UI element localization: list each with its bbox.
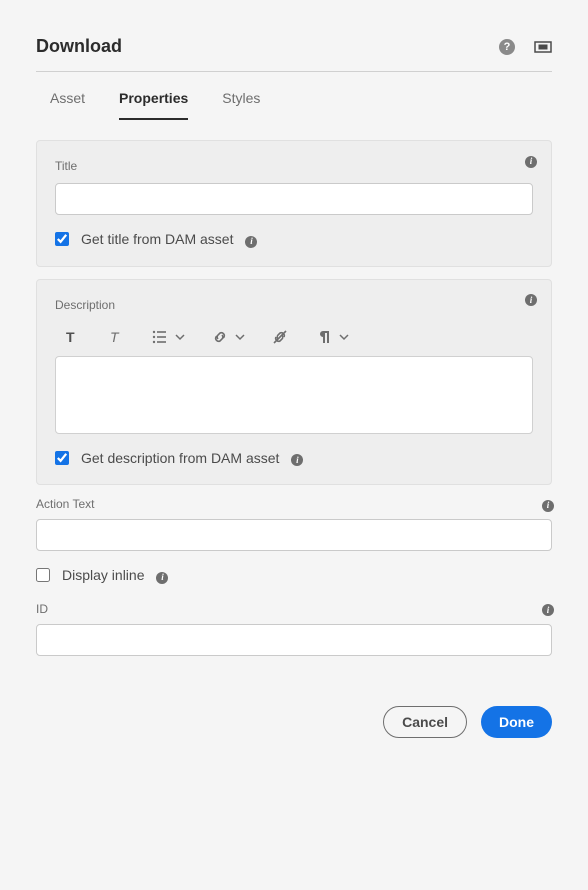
svg-text:T: T — [110, 329, 120, 345]
cancel-button[interactable]: Cancel — [383, 706, 467, 738]
display-inline-checkbox[interactable] — [36, 568, 50, 582]
unlink-icon[interactable] — [271, 328, 289, 346]
id-input[interactable] — [36, 624, 552, 656]
title-from-dam-info-icon[interactable]: i — [245, 231, 257, 248]
action-text-input[interactable] — [36, 519, 552, 551]
bold-icon[interactable]: T — [63, 328, 81, 346]
display-inline-label: Display inline — [62, 567, 144, 583]
tab-asset[interactable]: Asset — [50, 90, 85, 120]
description-from-dam-label: Get description from DAM asset — [81, 450, 279, 466]
description-from-dam-checkbox[interactable] — [55, 451, 69, 465]
tab-bar: Asset Properties Styles — [36, 90, 552, 120]
tab-styles[interactable]: Styles — [222, 90, 260, 120]
svg-text:T: T — [66, 329, 75, 345]
id-label: ID — [36, 602, 552, 616]
rte-toolbar: T T — [55, 322, 533, 356]
description-label: Description — [55, 298, 533, 312]
title-label: Title — [55, 159, 533, 173]
title-from-dam-checkbox[interactable] — [55, 232, 69, 246]
title-from-dam-label: Get title from DAM asset — [81, 231, 233, 247]
dialog-footer: Cancel Done — [36, 706, 552, 738]
action-text-label: Action Text — [36, 497, 552, 511]
action-text-info-icon[interactable]: i — [542, 495, 554, 507]
dialog-title: Download — [36, 36, 122, 57]
id-section: i ID — [36, 602, 552, 656]
description-group: i Description T T — [36, 279, 552, 486]
done-button[interactable]: Done — [481, 706, 552, 738]
title-input[interactable] — [55, 183, 533, 215]
tab-properties[interactable]: Properties — [119, 90, 188, 120]
link-icon[interactable] — [211, 328, 245, 346]
id-info-icon[interactable]: i — [542, 600, 554, 612]
list-icon[interactable] — [151, 328, 185, 346]
paragraph-icon[interactable] — [315, 328, 349, 346]
chevron-down-icon — [235, 332, 245, 342]
action-text-section: i Action Text — [36, 497, 552, 551]
chevron-down-icon — [175, 332, 185, 342]
description-from-dam-info-icon[interactable]: i — [291, 450, 303, 467]
help-icon[interactable]: ? — [498, 38, 516, 56]
fullscreen-icon[interactable] — [534, 38, 552, 56]
title-info-icon[interactable]: i — [525, 151, 537, 163]
title-group: i Title Get title from DAM asset i — [36, 140, 552, 267]
description-editor[interactable] — [55, 356, 533, 434]
display-inline-info-icon[interactable]: i — [156, 567, 168, 584]
header-actions: ? — [498, 38, 552, 56]
dialog-header: Download ? — [36, 36, 552, 72]
description-info-icon[interactable]: i — [525, 290, 537, 302]
chevron-down-icon — [339, 332, 349, 342]
italic-icon[interactable]: T — [107, 328, 125, 346]
display-inline-row: Display inline i — [36, 567, 552, 584]
